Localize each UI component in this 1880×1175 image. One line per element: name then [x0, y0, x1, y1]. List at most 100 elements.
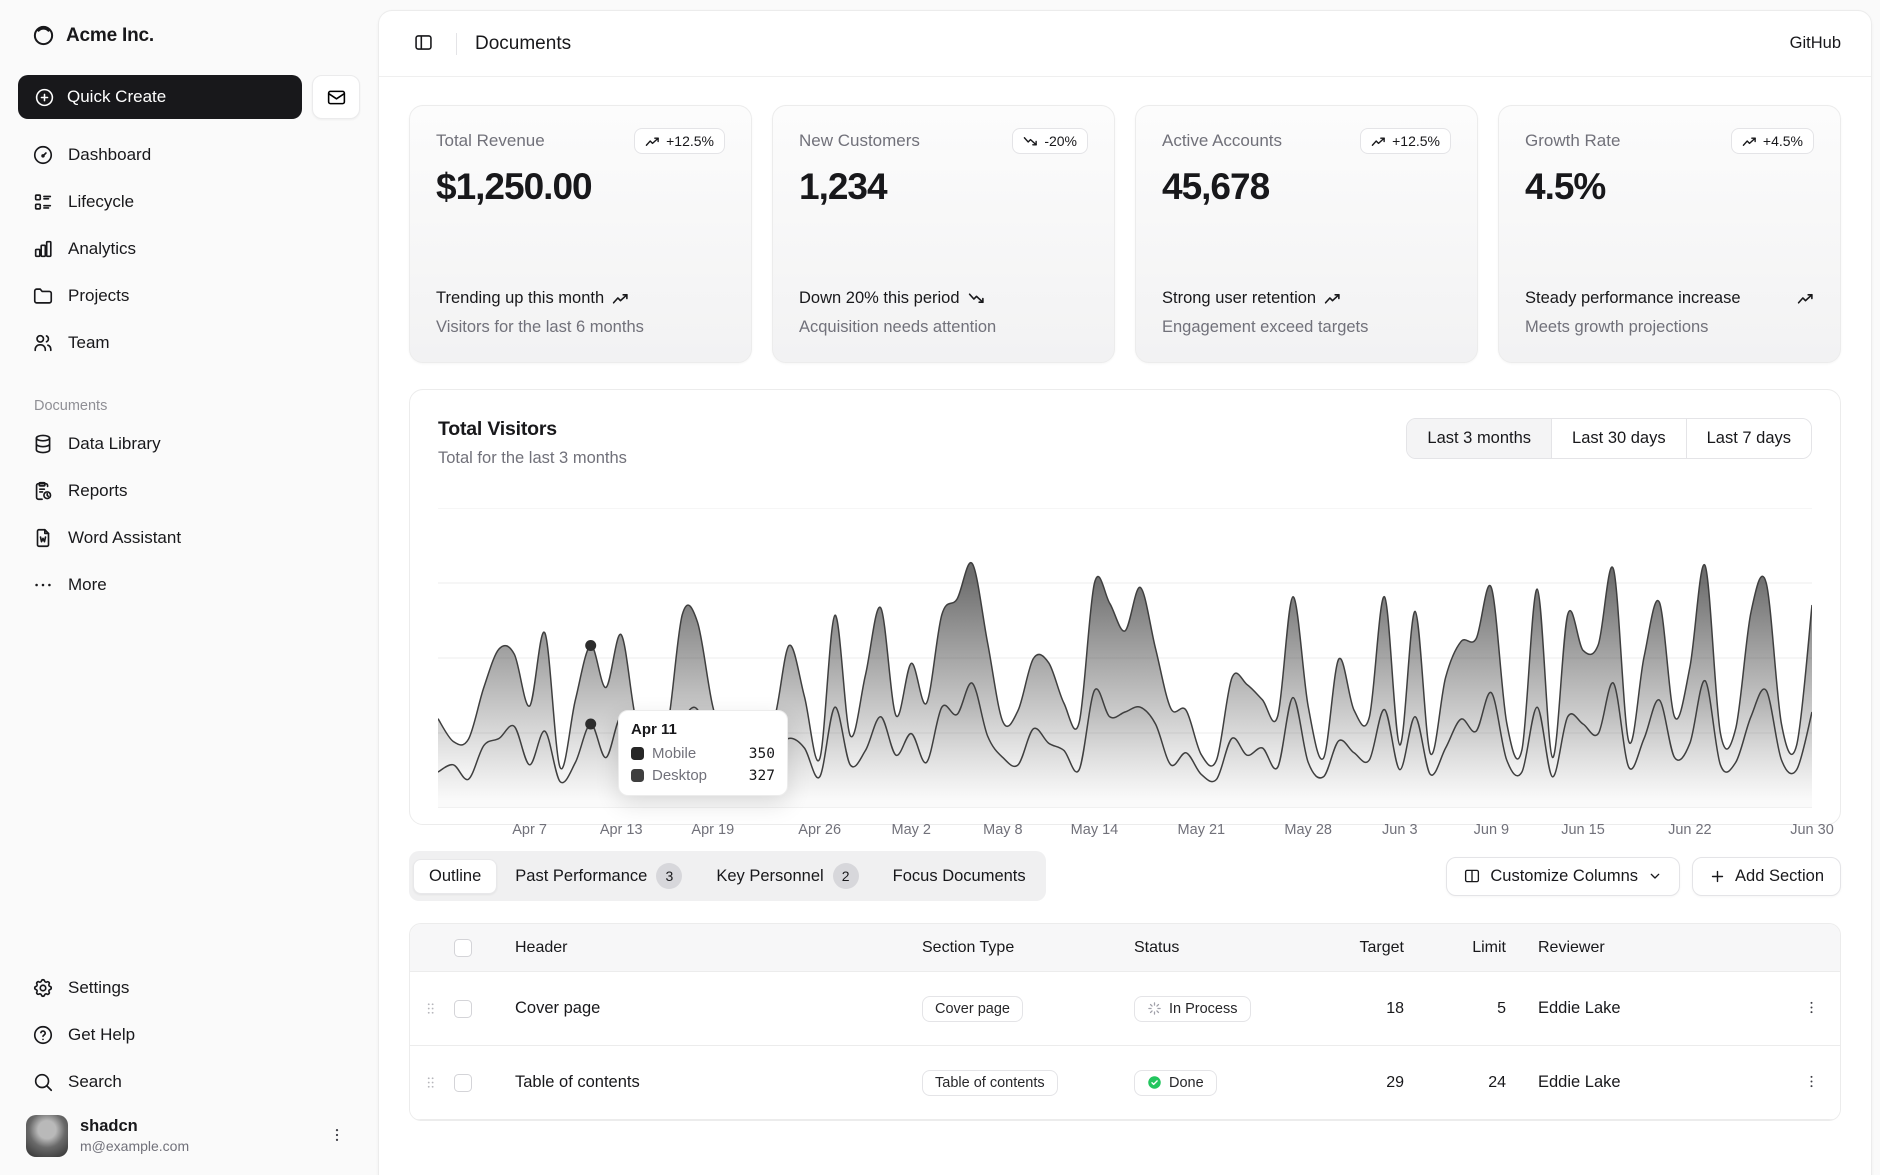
tab-outline[interactable]: Outline	[413, 859, 497, 894]
limit-value[interactable]: 24	[1488, 1074, 1506, 1091]
range-last-7-days[interactable]: Last 7 days	[1686, 419, 1811, 458]
row-checkbox[interactable]	[454, 1074, 472, 1092]
sidebar-item-settings[interactable]: Settings	[18, 964, 360, 1011]
loader-icon	[1147, 1001, 1162, 1016]
col-header: Header	[492, 939, 922, 957]
reviewer-name[interactable]: Eddie Lake	[1538, 999, 1621, 1017]
limit-value[interactable]: 5	[1497, 1000, 1506, 1017]
sidebar-item-analytics[interactable]: Analytics	[18, 225, 360, 272]
sidebar-item-search[interactable]: Search	[18, 1058, 360, 1105]
sidebar-item-label: Settings	[68, 978, 129, 998]
x-tick-label: Apr 26	[798, 822, 841, 838]
sidebar-item-label: Reports	[68, 481, 128, 501]
database-icon	[32, 433, 54, 455]
table-row[interactable]: Table of contents Table of contents Done…	[410, 1046, 1840, 1120]
row-title[interactable]: Table of contents	[515, 1073, 640, 1091]
sidebar-item-projects[interactable]: Projects	[18, 272, 360, 319]
col-target: Target	[1320, 939, 1404, 957]
sidebar-item-reports[interactable]: Reports	[18, 467, 360, 514]
user-meta: shadcn m@example.com	[80, 1117, 310, 1155]
table-row[interactable]: Cover page Cover page In Process 18 5 Ed…	[410, 972, 1840, 1046]
sidebar-item-word-assistant[interactable]: Word Assistant	[18, 514, 360, 561]
range-last-3-months[interactable]: Last 3 months	[1407, 419, 1551, 458]
user-email: m@example.com	[80, 1137, 310, 1155]
tab-past-performance[interactable]: Past Performance3	[499, 855, 698, 897]
col-reviewer: Reviewer	[1506, 939, 1782, 957]
panel-left-icon	[413, 32, 434, 53]
trend-badge: +4.5%	[1731, 128, 1814, 154]
card-footer-title: Trending up this month	[436, 287, 725, 309]
col-limit: Limit	[1404, 939, 1506, 957]
main-panel: Documents GitHub Total Revenue +12.5% $1…	[378, 10, 1872, 1175]
x-tick-label: Apr 7	[512, 822, 547, 838]
chart-tooltip: Apr 11 Mobile 350 Desktop 327	[618, 710, 788, 796]
col-status: Status	[1134, 939, 1320, 957]
card-value: $1,250.00	[436, 166, 725, 208]
sidebar-item-team[interactable]: Team	[18, 319, 360, 366]
sidebar-item-more[interactable]: More	[18, 561, 360, 608]
add-section-button[interactable]: Add Section	[1692, 857, 1841, 896]
card-footer-desc: Meets growth projections	[1525, 317, 1814, 338]
col-section-type: Section Type	[922, 939, 1134, 957]
select-all-checkbox[interactable]	[454, 939, 472, 957]
sidebar-item-dashboard[interactable]: Dashboard	[18, 131, 360, 178]
reviewer-name[interactable]: Eddie Lake	[1538, 1073, 1621, 1091]
tooltip-row-desktop: Desktop 327	[631, 767, 775, 784]
row-actions-button[interactable]	[1797, 993, 1826, 1025]
folder-icon	[32, 285, 54, 307]
x-tick-label: May 2	[892, 822, 932, 838]
row-actions-button[interactable]	[1797, 1067, 1826, 1099]
sidebar-section-documents: Documents	[18, 392, 360, 420]
card-footer-desc: Acquisition needs attention	[799, 317, 1088, 338]
x-tick-label: Jun 15	[1561, 822, 1605, 838]
gear-icon	[32, 977, 54, 999]
target-value[interactable]: 18	[1386, 1000, 1404, 1017]
plus-icon	[1709, 868, 1726, 885]
user-menu[interactable]: shadcn m@example.com	[18, 1105, 360, 1159]
tab-list: Outline Past Performance3 Key Personnel2…	[409, 851, 1046, 901]
page-title: Documents	[475, 33, 571, 55]
inbox-button[interactable]	[312, 75, 360, 119]
drag-handle-icon[interactable]	[422, 1000, 439, 1017]
range-last-30-days[interactable]: Last 30 days	[1551, 419, 1686, 458]
sidebar-toggle-button[interactable]	[409, 28, 438, 60]
github-link[interactable]: GitHub	[1790, 34, 1841, 53]
trending-up-icon	[612, 290, 629, 307]
sidebar-item-data-library[interactable]: Data Library	[18, 420, 360, 467]
x-tick-label: May 28	[1284, 822, 1332, 838]
card-footer-title: Down 20% this period	[799, 287, 1088, 309]
customize-columns-button[interactable]: Customize Columns	[1446, 857, 1680, 896]
x-tick-label: May 21	[1178, 822, 1226, 838]
sidebar-item-lifecycle[interactable]: Lifecycle	[18, 178, 360, 225]
chevron-down-icon	[1647, 868, 1663, 884]
sidebar-item-get-help[interactable]: Get Help	[18, 1011, 360, 1058]
chart-bar-icon	[32, 238, 54, 260]
trending-up-icon	[1324, 290, 1341, 307]
visitors-chart-card: Total Visitors Total for the last 3 mont…	[409, 389, 1841, 825]
users-icon	[32, 332, 54, 354]
quick-create-button[interactable]: Quick Create	[18, 75, 302, 119]
drag-handle-icon[interactable]	[422, 1074, 439, 1091]
row-title[interactable]: Cover page	[515, 999, 600, 1017]
document-tabs-bar: Outline Past Performance3 Key Personnel2…	[409, 851, 1841, 901]
area-chart[interactable]: Apr 7Apr 13Apr 19Apr 26May 2May 8May 14M…	[438, 508, 1812, 808]
card-footer-title: Strong user retention	[1162, 287, 1451, 309]
tab-key-personnel[interactable]: Key Personnel2	[700, 855, 874, 897]
card-value: 1,234	[799, 166, 1088, 208]
user-menu-button[interactable]	[322, 1120, 352, 1153]
sidebar-item-label: Word Assistant	[68, 528, 181, 548]
brand[interactable]: Acme Inc.	[18, 18, 360, 53]
row-checkbox[interactable]	[454, 1000, 472, 1018]
tab-focus-documents[interactable]: Focus Documents	[877, 859, 1042, 894]
card-label: Active Accounts	[1162, 128, 1282, 151]
sidebar-item-label: Analytics	[68, 239, 136, 259]
mail-icon	[326, 87, 347, 108]
target-value[interactable]: 29	[1386, 1074, 1404, 1091]
card-label: New Customers	[799, 128, 920, 151]
section-type-badge: Cover page	[922, 996, 1023, 1022]
user-name: shadcn	[80, 1117, 310, 1137]
sidebar-item-label: Data Library	[68, 434, 161, 454]
trending-up-icon	[1742, 134, 1757, 149]
list-details-icon	[32, 191, 54, 213]
topbar: Documents GitHub	[379, 11, 1871, 77]
